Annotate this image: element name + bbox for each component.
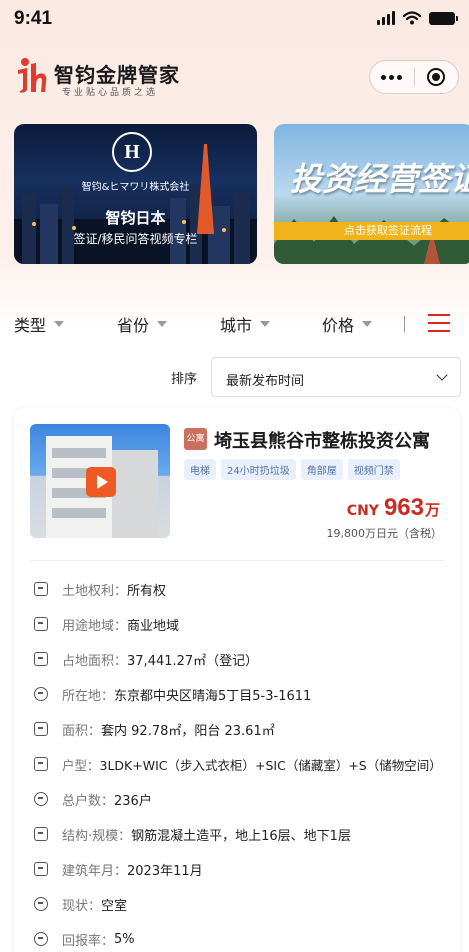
filter-price[interactable]: 价格 <box>322 312 373 336</box>
filter-label: 类型 <box>14 316 47 335</box>
sort-select[interactable]: 最新发布时间 <box>211 357 461 397</box>
floorplan-icon <box>34 722 48 736</box>
people-icon <box>34 792 48 806</box>
price-unit: 万 <box>424 501 440 519</box>
battery-icon <box>429 11 458 25</box>
brand-tagline: 专业贴心品质之选 <box>62 88 159 98</box>
chevron-down-icon <box>436 369 448 381</box>
price-currency: CNY <box>346 503 379 519</box>
detail-return-rate: 回报率： 5% <box>34 929 135 949</box>
price-amount: 963 <box>383 494 424 521</box>
detail-land-rights: 土地权利： 所有权 <box>34 579 166 599</box>
property-tag: 视频门禁 <box>347 459 400 480</box>
caret-down-icon <box>54 321 65 327</box>
detail-units: 总户数： 236户 <box>34 789 152 809</box>
app-header: 智钧金牌管家 专业贴心品质之选 <box>0 52 469 102</box>
detail-structure: 结构·规模： 钢筋混凝土造平，地上16层、地下1层 <box>34 824 351 844</box>
structure-icon <box>34 827 48 841</box>
status-icons <box>377 11 458 25</box>
sort-value: 最新发布时间 <box>226 374 305 389</box>
brand-name: 智钧金牌管家 <box>54 63 180 87</box>
more-options-button[interactable] <box>370 74 414 80</box>
detail-built-date: 建筑年月： 2023年11月 <box>34 859 203 879</box>
property-tag: 角部屋 <box>300 459 343 480</box>
sort-label: 排序 <box>171 372 198 387</box>
location-pin-icon <box>34 687 48 701</box>
area-icon <box>34 652 48 666</box>
property-tag: 24小时扔垃圾 <box>221 459 296 480</box>
detail-land-area: 占地面积： 37,441.27㎡（登记） <box>34 649 258 669</box>
partner-logo-icon: H <box>112 132 152 172</box>
banner-cta[interactable]: 点击获取签证流程 <box>274 222 469 240</box>
property-type-badge: 公寓 <box>184 428 207 450</box>
status-bar: 9:41 <box>0 0 469 40</box>
banner-company: 智钧&ヒマワリ株式会社 <box>81 182 190 193</box>
close-miniprogram-button[interactable] <box>415 68 459 86</box>
price-cny: CNY 963 万 <box>347 494 440 522</box>
filter-province[interactable]: 省份 <box>117 312 168 336</box>
filter-label: 价格 <box>322 316 355 335</box>
return-rate-icon <box>34 932 48 946</box>
detail-address: 所在地： 东京都中央区晴海5丁目5-3-1611 <box>34 684 311 704</box>
menu-icon[interactable] <box>428 314 450 332</box>
price-jpy: 19,800万日元（含税） <box>326 527 443 540</box>
property-tags: 电梯 24小时扔垃圾 角部屋 视频门禁 <box>184 459 400 480</box>
brand-logo-icon <box>18 58 47 93</box>
caret-down-icon <box>260 321 271 327</box>
detail-layout: 户型： 3LDK+WIC（步入式衣柜）+SIC（储藏室）+S（储物空间） <box>34 754 442 774</box>
detail-floor-area: 面积： 套内 92.78㎡，阳台 23.61㎡ <box>34 719 275 739</box>
building-icon <box>34 862 48 876</box>
banner-investment-visa[interactable]: 投资经营签证 点击获取签证流程 <box>274 124 469 264</box>
property-title[interactable]: 埼玉县熊谷市整栋投资公寓 <box>214 427 430 453</box>
banner-carousel[interactable]: H 智钧&ヒマワリ株式会社 智钧日本 签证/移民问答视频专栏 投资经营签证 点击… <box>14 124 469 266</box>
play-video-icon[interactable] <box>86 467 116 497</box>
filter-city[interactable]: 城市 <box>220 312 271 336</box>
filter-type[interactable]: 类型 <box>14 312 65 336</box>
divider <box>30 560 445 561</box>
filter-bar: 类型 省份 城市 价格 <box>0 312 469 338</box>
status-icon <box>34 897 48 911</box>
caret-down-icon <box>157 321 168 327</box>
document-icon <box>34 582 48 596</box>
cube-icon <box>34 617 48 631</box>
filter-label: 省份 <box>117 316 150 335</box>
caret-down-icon <box>362 321 373 327</box>
banner-subtitle: 签证/移民问答视频专栏 <box>73 232 198 246</box>
banner-japan-qa[interactable]: H 智钧&ヒマワリ株式会社 智钧日本 签证/移民问答视频专栏 <box>14 124 257 264</box>
filter-divider <box>404 316 405 332</box>
miniprogram-capsule <box>369 60 459 94</box>
property-thumbnail[interactable] <box>30 424 170 538</box>
property-card[interactable]: 公寓 埼玉县熊谷市整栋投资公寓 电梯 24小时扔垃圾 角部屋 视频门禁 CNY … <box>14 408 460 952</box>
target-circle-icon <box>427 68 446 86</box>
banner-title: 智钧日本 <box>105 209 166 227</box>
property-tag: 电梯 <box>184 459 216 480</box>
layout-icon <box>34 757 48 771</box>
detail-zoning: 用途地域： 商业地域 <box>34 614 179 634</box>
banner-title: 投资经营签证 <box>290 160 469 198</box>
filter-label: 城市 <box>220 316 253 335</box>
wifi-icon <box>403 11 421 25</box>
cellular-signal-icon <box>377 11 395 25</box>
detail-status: 现状： 空室 <box>34 894 127 914</box>
status-time: 9:41 <box>14 8 53 29</box>
